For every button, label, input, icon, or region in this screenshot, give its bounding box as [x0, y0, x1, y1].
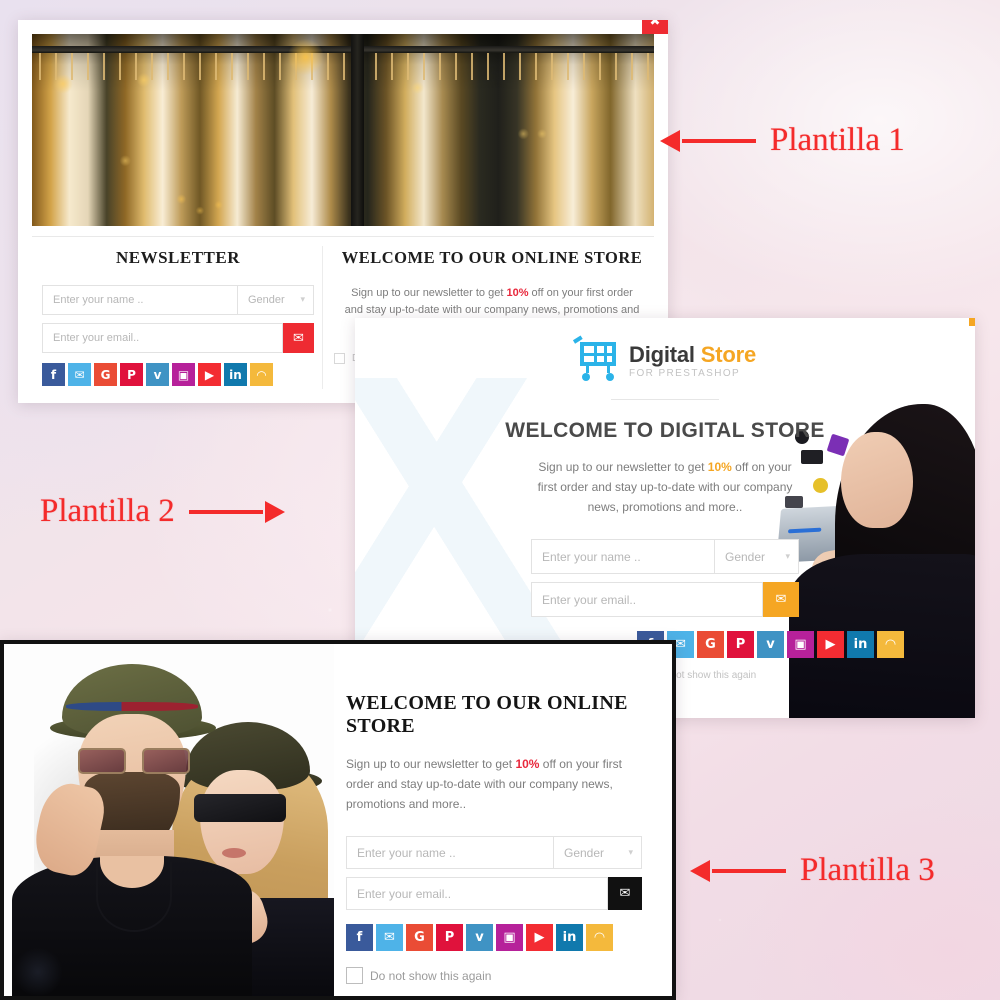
- annotation-plantilla-2: Plantilla 2: [40, 493, 263, 530]
- desc-before: Sign up to our newsletter to get: [351, 287, 507, 299]
- do-not-show-row[interactable]: Do not show this again: [346, 967, 638, 985]
- facebook-icon[interactable]: f: [346, 924, 373, 952]
- gender-select-label: Gender: [564, 845, 605, 860]
- discount-highlight: 10%: [506, 287, 529, 299]
- email-input[interactable]: Enter your email..: [346, 877, 608, 911]
- linkedin-icon[interactable]: in: [847, 631, 874, 659]
- chevron-down-icon: ▾: [785, 551, 790, 562]
- annotation-label: Plantilla 1: [770, 122, 905, 158]
- welcome-title: WELCOME TO OUR ONLINE STORE: [346, 692, 628, 737]
- do-not-show-label: Do not show this again: [370, 968, 492, 983]
- vimeo-icon[interactable]: v: [146, 363, 169, 386]
- email-input[interactable]: Enter your email..: [531, 582, 763, 618]
- subscribe-button[interactable]: ✉: [283, 323, 314, 353]
- name-input[interactable]: Enter your name ..: [531, 539, 715, 575]
- email-row: Enter your email.. ✉: [531, 582, 799, 618]
- pinterest-icon[interactable]: P: [436, 924, 463, 952]
- rss-icon[interactable]: ◠: [586, 924, 613, 952]
- arrow-left-icon: [712, 868, 786, 873]
- discount-highlight: 10%: [707, 460, 732, 474]
- email-input[interactable]: Enter your email..: [42, 323, 283, 353]
- desc-before: Sign up to our newsletter to get: [538, 460, 708, 474]
- linkedin-icon[interactable]: in: [224, 363, 247, 386]
- google-plus-icon[interactable]: G: [406, 924, 433, 952]
- brand-logo: Digital Store FOR PRESTASHOP: [355, 335, 975, 382]
- instagram-icon[interactable]: ▣: [172, 363, 195, 386]
- photo-couple: [4, 644, 334, 996]
- discount-highlight: 10%: [515, 757, 540, 771]
- facebook-icon[interactable]: f: [42, 363, 65, 386]
- close-icon[interactable]: ✖: [642, 20, 668, 34]
- vertical-divider: [322, 246, 323, 389]
- subscribe-button[interactable]: ✉: [608, 877, 642, 911]
- gender-select-label: Gender: [248, 294, 285, 306]
- name-gender-row: Enter your name .. Gender ▾: [42, 285, 314, 315]
- desc-before: Sign up to our newsletter to get: [346, 757, 516, 771]
- annotation-label: Plantilla 3: [800, 852, 935, 888]
- do-not-show-checkbox[interactable]: [334, 353, 345, 365]
- email-row: Enter your email.. ✉: [42, 323, 314, 353]
- youtube-icon[interactable]: ▶: [526, 924, 553, 952]
- social-links: f✉GPv▣▶in◠: [346, 924, 638, 952]
- name-gender-row: Enter your name .. Gender ▾: [531, 539, 799, 575]
- vimeo-icon[interactable]: v: [466, 924, 493, 952]
- welcome-description: Sign up to our newsletter to get 10% off…: [346, 755, 638, 814]
- arrow-left-icon: [682, 138, 756, 143]
- twitter-icon[interactable]: ✉: [68, 363, 91, 386]
- instagram-icon[interactable]: ▣: [496, 924, 523, 952]
- gender-select[interactable]: Gender ▾: [554, 836, 642, 870]
- pinterest-icon[interactable]: P: [120, 363, 143, 386]
- gender-select-label: Gender: [725, 549, 766, 564]
- arrow-right-icon: [188, 509, 263, 514]
- brand-subtitle: FOR PRESTASHOP: [629, 367, 741, 379]
- chevron-down-icon: ▾: [300, 295, 305, 305]
- newsletter-popup-template-3: WELCOME TO OUR ONLINE STORE Sign up to o…: [0, 640, 676, 1000]
- hero-image-clothing-rack: [32, 34, 654, 226]
- newsletter-title: NEWSLETTER: [115, 248, 241, 267]
- linkedin-icon[interactable]: in: [556, 924, 583, 952]
- brand-name: Digital Store: [629, 343, 756, 366]
- brand-accent: Store: [700, 342, 756, 368]
- youtube-icon[interactable]: ▶: [817, 631, 844, 659]
- annotation-plantilla-1: Plantilla 1: [682, 122, 905, 159]
- google-plus-icon[interactable]: G: [697, 631, 724, 659]
- chevron-down-icon: ▾: [628, 847, 633, 858]
- welcome-title: WELCOME TO OUR ONLINE STORE: [341, 248, 643, 267]
- divider: [611, 399, 719, 400]
- name-input[interactable]: Enter your name ..: [346, 836, 554, 870]
- email-row: Enter your email.. ✉: [346, 877, 642, 911]
- vimeo-icon[interactable]: v: [757, 631, 784, 659]
- do-not-show-checkbox[interactable]: [346, 967, 363, 985]
- newsletter-column: NEWSLETTER Enter your name .. Gender ▾ E…: [42, 248, 314, 386]
- name-input[interactable]: Enter your name ..: [42, 285, 238, 315]
- subscribe-button[interactable]: ✉: [763, 582, 799, 618]
- welcome-title: WELCOME TO DIGITAL STORE: [505, 419, 825, 442]
- rss-icon[interactable]: ◠: [250, 363, 273, 386]
- annotation-label: Plantilla 2: [40, 493, 175, 529]
- instagram-icon[interactable]: ▣: [787, 631, 814, 659]
- shopping-cart-icon: [572, 335, 620, 382]
- name-gender-row: Enter your name .. Gender ▾: [346, 836, 642, 870]
- social-links: f✉GPv▣▶in◠: [637, 631, 975, 659]
- brand-primary: Digital: [629, 342, 695, 368]
- social-links: f✉GPv▣▶in◠: [42, 363, 314, 386]
- gender-select[interactable]: Gender ▾: [238, 285, 314, 315]
- google-plus-icon[interactable]: G: [94, 363, 117, 386]
- annotation-plantilla-3: Plantilla 3: [712, 852, 935, 889]
- close-icon[interactable]: ✖: [969, 318, 975, 326]
- pinterest-icon[interactable]: P: [727, 631, 754, 659]
- twitter-icon[interactable]: ✉: [376, 924, 403, 952]
- youtube-icon[interactable]: ▶: [198, 363, 221, 386]
- do-not-show-row[interactable]: Do not show this again: [637, 670, 975, 682]
- newsletter-form: Enter your name .. Gender ▾ Enter your e…: [531, 539, 799, 618]
- divider: [32, 236, 654, 237]
- gender-select[interactable]: Gender ▾: [715, 539, 799, 575]
- newsletter-form: Enter your name .. Gender ▾ Enter your e…: [346, 836, 642, 911]
- rss-icon[interactable]: ◠: [877, 631, 904, 659]
- welcome-description: Sign up to our newsletter to get 10% off…: [531, 458, 799, 517]
